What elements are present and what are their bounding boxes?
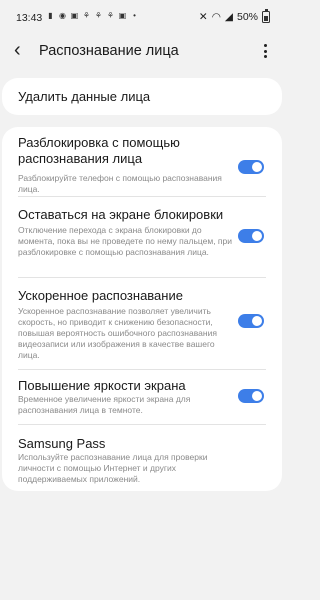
back-arrow-icon[interactable]: ‹ [14,40,21,60]
setting-row-brighten-screen[interactable]: Повышение яркости экрана Временное увели… [2,378,282,428]
setting-description: Временное увеличение яркости экрана для … [18,394,191,415]
delete-face-data-card[interactable]: Удалить данные лица [2,78,282,115]
setting-row-stay-on-lock-screen[interactable]: Оставаться на экране блокировки Отключен… [2,207,282,287]
setting-row-samsung-pass[interactable]: Samsung Pass Используйте распознавание л… [2,436,282,486]
setting-description: Используйте распознавание лица для прове… [18,452,208,484]
status-right: ✕ ◠ ◢ 50% [198,9,270,23]
battery-percent: 50% [236,11,258,23]
setting-description: Ускоренное распознавание позволяет увели… [18,306,217,360]
delete-face-data-button[interactable]: Удалить данные лица [18,89,150,104]
notification-icon: ▮ [48,11,53,20]
page-title: Распознавание лица [39,43,179,59]
notification-icon: ⚘ [106,11,115,20]
setting-description: Отключение перехода с экрана блокировки … [18,225,233,257]
notification-icon: ▣ [118,11,127,20]
face-unlock-toggle[interactable] [238,160,264,174]
status-bar: 13:43 ▮ ◉ ▣ ⚘ ⚘ ⚘ ▣ • ✕ ◠ ◢ 50% [0,0,284,36]
setting-description: Разблокируйте телефон с помощью распозна… [18,173,222,194]
brighten-screen-toggle[interactable] [238,389,264,403]
settings-card: Разблокировка с помощью распознавания ли… [2,127,282,491]
status-time: 13:43 [16,12,43,24]
setting-label: Разблокировка с помощью распознавания ли… [18,135,180,166]
mute-icon: ✕ [198,11,208,23]
notification-icon: ◉ [59,11,66,20]
more-options-icon[interactable] [264,44,268,58]
notification-icon: ▣ [70,11,79,20]
signal-icon: ◢ [224,11,233,23]
battery-icon [262,9,270,23]
setting-label: Повышение яркости экрана [18,378,186,393]
fast-recognition-toggle[interactable] [238,314,264,328]
stay-on-lock-screen-toggle[interactable] [238,229,264,243]
notification-icon: ⚘ [82,11,91,20]
divider [18,369,266,370]
app-header: ‹ Распознавание лица [0,36,284,66]
notification-icons: ▮ ◉ ▣ ⚘ ⚘ ⚘ ▣ • [46,11,139,20]
divider [18,424,266,425]
setting-row-face-unlock[interactable]: Разблокировка с помощью распознавания ли… [2,135,282,205]
divider [18,277,266,278]
divider [18,196,266,197]
notification-icon: ⚘ [94,11,103,20]
setting-label: Samsung Pass [18,436,106,451]
setting-label: Ускоренное распознавание [18,288,183,303]
notification-icon: • [133,11,136,20]
setting-label: Оставаться на экране блокировки [18,207,224,222]
wifi-icon: ◠ [211,11,221,23]
